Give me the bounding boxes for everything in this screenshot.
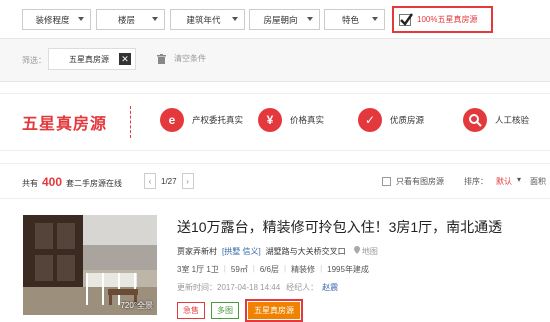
map-link-label: 地图 — [361, 247, 378, 256]
decoration-dropdown-label: 装修程度 — [35, 14, 70, 25]
multi-photo-tag: 多图 — [211, 302, 239, 319]
spec-divider: | — [252, 264, 255, 273]
page-indicator: 1/27 — [161, 176, 177, 186]
feature-verify: 人工核验 — [463, 108, 529, 132]
pager: ‹ 1/27 › — [144, 173, 194, 189]
urgent-tag: 急售 — [177, 302, 205, 319]
clear-filters-link[interactable]: 清空条件 — [157, 53, 206, 64]
count-prefix: 共有 — [22, 179, 38, 188]
ownership-icon: e — [160, 108, 184, 132]
star-tag-highlight: 五星真房源 — [245, 299, 303, 322]
listing-photo[interactable]: 720°全景 — [23, 215, 157, 315]
listing-address: 贾家弄新村 [拱墅 信义] 湖墅路与大关桥交叉口 地图 — [177, 246, 378, 257]
spec-divider: | — [283, 264, 287, 273]
search-icon — [463, 108, 487, 132]
decoration-dropdown[interactable]: 装修程度 — [22, 9, 91, 30]
spec-divider: | — [223, 264, 226, 273]
year-spec: 1995年建成 — [327, 265, 369, 274]
feature-ownership: e 产权委托真实 — [160, 108, 243, 132]
area-spec: 59㎡ — [230, 265, 248, 274]
feature-label: 价格真实 — [290, 115, 325, 125]
selected-filter-tag: 五星真房源 ✕ — [48, 48, 136, 70]
floor-dropdown-label: 楼层 — [117, 14, 135, 25]
road-name: 湖墅路与大关桥交叉口 — [265, 247, 346, 256]
panorama-badge: 720°全景 — [120, 300, 153, 311]
star-listing-checkbox[interactable] — [399, 12, 413, 26]
listing-title[interactable]: 送10万露台，精装修可拎包入住！3房1厅，南北通透 — [177, 217, 502, 237]
banner-separator — [130, 106, 131, 138]
listing-tags: 急售 多图 五星真房源 — [177, 299, 303, 322]
map-link[interactable]: 地图 — [353, 246, 378, 257]
prev-page-button[interactable]: ‹ — [144, 173, 156, 189]
feature-price: ¥ 价格真实 — [258, 108, 324, 132]
next-page-button[interactable]: › — [181, 173, 194, 189]
star-listing-filter-label: 100%五星真房源 — [417, 15, 478, 24]
floor-spec: 6/6层 — [259, 265, 279, 274]
shield-check-icon: ✓ — [358, 108, 382, 132]
star-listing-banner: 五星真房源 e 产权委托真实 ¥ 价格真实 ✓ 优质房源 人工核验 — [0, 93, 550, 151]
agent-label: 经纪人： — [286, 283, 319, 292]
count-suffix: 套二手房源在线 — [66, 179, 123, 188]
yen-icon: ¥ — [258, 108, 282, 132]
floor-dropdown[interactable]: 楼层 — [96, 9, 165, 30]
selected-filter-tag-text: 五星真房源 — [69, 54, 109, 64]
listing-meta: 更新时间：2017-04-18 14:44 经纪人： 赵震 — [177, 282, 338, 293]
build-year-dropdown[interactable]: 建筑年代 — [170, 9, 245, 30]
selected-filters: 筛选： 五星真房源 ✕ 清空条件 — [0, 39, 550, 81]
feature-label: 优质房源 — [390, 115, 425, 125]
sort-label: 排序： — [464, 177, 488, 186]
community-name[interactable]: 贾家弄新村 — [177, 246, 217, 257]
trash-icon — [157, 53, 166, 64]
pic-only-checkbox[interactable] — [382, 177, 391, 186]
feature-dropdown[interactable]: 特色 — [324, 9, 385, 30]
sort-area[interactable]: 面积 — [530, 176, 546, 187]
layout-spec: 3室 1厅 1卫 — [177, 265, 219, 274]
chevron-down-icon — [372, 17, 378, 21]
orientation-dropdown-label: 房屋朝向 — [263, 14, 298, 25]
listing-item: 720°全景 送10万露台，精装修可拎包入住！3房1厅，南北通透 贾家弄新村 [… — [0, 199, 550, 322]
update-time: 更新时间：2017-04-18 14:44 — [177, 283, 281, 292]
feature-dropdown-label: 特色 — [341, 14, 359, 25]
listing-specs: 3室 1厅 1卫 | 59㎡ | 6/6层 | 精装修 | 1995年建成 — [177, 264, 374, 275]
clear-filters-label: 清空条件 — [174, 54, 206, 63]
feature-label: 产权委托真实 — [192, 115, 244, 125]
map-pin-icon — [353, 246, 360, 254]
chevron-down-icon — [232, 17, 238, 21]
close-icon[interactable]: ✕ — [119, 53, 131, 65]
chevron-down-icon — [78, 17, 84, 21]
star-listing-tag: 五星真房源 — [248, 302, 300, 319]
pic-only-label: 只看有图房源 — [396, 177, 444, 186]
filter-bar: 装修程度 楼层 建筑年代 房屋朝向 特色 100%五星真房源 — [0, 0, 550, 38]
chevron-down-icon — [307, 17, 313, 21]
orientation-dropdown[interactable]: 房屋朝向 — [249, 9, 320, 30]
sort-default[interactable]: 默认 — [496, 176, 512, 187]
feature-label: 人工核验 — [495, 115, 530, 125]
banner-title: 五星真房源 — [22, 116, 108, 133]
feature-quality: ✓ 优质房源 — [358, 108, 424, 132]
count-number: 400 — [42, 175, 63, 189]
chevron-down-icon — [152, 17, 158, 21]
spec-divider: | — [320, 264, 323, 273]
agent-name[interactable]: 赵震 — [322, 282, 338, 293]
panorama-label: 720°全景 — [120, 301, 153, 310]
checkmark-icon — [400, 12, 413, 26]
divider — [0, 81, 550, 82]
star-listing-filter[interactable]: 100%五星真房源 — [392, 6, 493, 33]
decoration-spec: 精装修 — [291, 265, 316, 274]
build-year-dropdown-label: 建筑年代 — [186, 14, 221, 25]
list-header: 共有 400 套二手房源在线 ‹ 1/27 › 只看有图房源 排序： 默认 ▾ … — [0, 163, 550, 199]
pic-only-filter[interactable]: 只看有图房源 — [382, 176, 444, 187]
district-link[interactable]: [拱墅 信义] — [222, 246, 261, 257]
selected-filters-label: 筛选： — [22, 56, 46, 65]
listing-count: 共有 400 套二手房源在线 — [22, 175, 122, 189]
sort-arrow-icon[interactable]: ▾ — [517, 175, 521, 184]
